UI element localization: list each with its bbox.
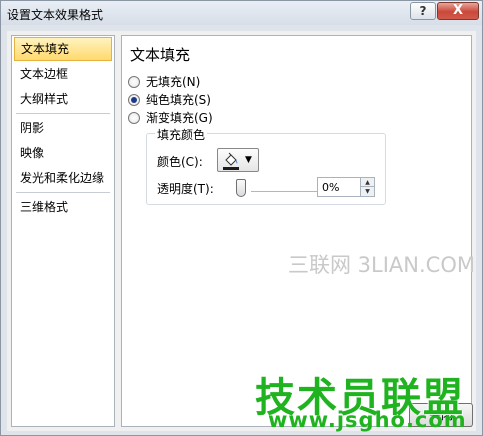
transparency-slider-thumb[interactable] [236, 179, 246, 197]
gradient-fill-option[interactable]: 渐变填充(G) [128, 109, 213, 127]
transparency-value[interactable]: 0% [322, 181, 339, 194]
sidebar-divider [16, 113, 110, 114]
sidebar-item-text-fill[interactable]: 文本填充 [14, 37, 112, 61]
gradient-fill-label: 渐变填充(G) [146, 111, 213, 125]
window-close-button[interactable]: X [437, 2, 479, 20]
watermark-site-text: 三联网 3LIAN.COM [288, 253, 475, 277]
transparency-label: 透明度(T): [157, 182, 214, 196]
help-button[interactable]: ? [410, 2, 436, 20]
dialog-window: 设置文本效果格式 ? X 文本填充 文本边框 大纲样式 阴影 映像 发光和柔化边… [0, 0, 483, 436]
sidebar-divider [16, 192, 110, 193]
solid-fill-label: 纯色填充(S) [146, 93, 211, 107]
solid-fill-option[interactable]: 纯色填充(S) [128, 91, 211, 109]
radio-gradient-fill[interactable] [128, 112, 140, 124]
category-sidebar: 文本填充 文本边框 大纲样式 阴影 映像 发光和柔化边缘 三维格式 [11, 35, 115, 427]
window-title: 设置文本效果格式 [7, 8, 104, 22]
radio-no-fill[interactable] [128, 76, 140, 88]
color-swatch [223, 167, 239, 170]
sidebar-item-shadow[interactable]: 阴影 [14, 116, 112, 140]
title-bar: 设置文本效果格式 ? X [1, 1, 482, 25]
panel-title: 文本填充 [130, 46, 191, 64]
sidebar-item-text-outline[interactable]: 文本边框 [14, 62, 112, 86]
sidebar-item-glow-soft-edges[interactable]: 发光和柔化边缘 [14, 166, 112, 190]
no-fill-label: 无填充(N) [146, 75, 201, 89]
spin-up-icon[interactable]: ▲ [360, 178, 374, 187]
fill-color-group: 填充颜色 颜色(C): ▼ 透明度(T): 0% ▲ ▼ [146, 126, 386, 205]
color-label: 颜色(C): [157, 155, 203, 169]
chevron-down-icon: ▼ [245, 155, 252, 165]
no-fill-option[interactable]: 无填充(N) [128, 73, 200, 91]
sidebar-item-3d-format[interactable]: 三维格式 [14, 195, 112, 219]
sidebar-item-outline-style[interactable]: 大纲样式 [14, 87, 112, 111]
spin-down-icon[interactable]: ▼ [360, 187, 374, 196]
paint-bucket-icon [225, 152, 238, 166]
transparency-spinner[interactable]: 0% ▲ ▼ [317, 177, 375, 197]
fill-color-group-title: 填充颜色 [155, 126, 208, 143]
color-picker-button[interactable]: ▼ [217, 148, 259, 172]
watermark-url: www.jsgho.com [268, 408, 467, 432]
sidebar-item-reflection[interactable]: 映像 [14, 141, 112, 165]
radio-solid-fill[interactable] [128, 94, 140, 106]
